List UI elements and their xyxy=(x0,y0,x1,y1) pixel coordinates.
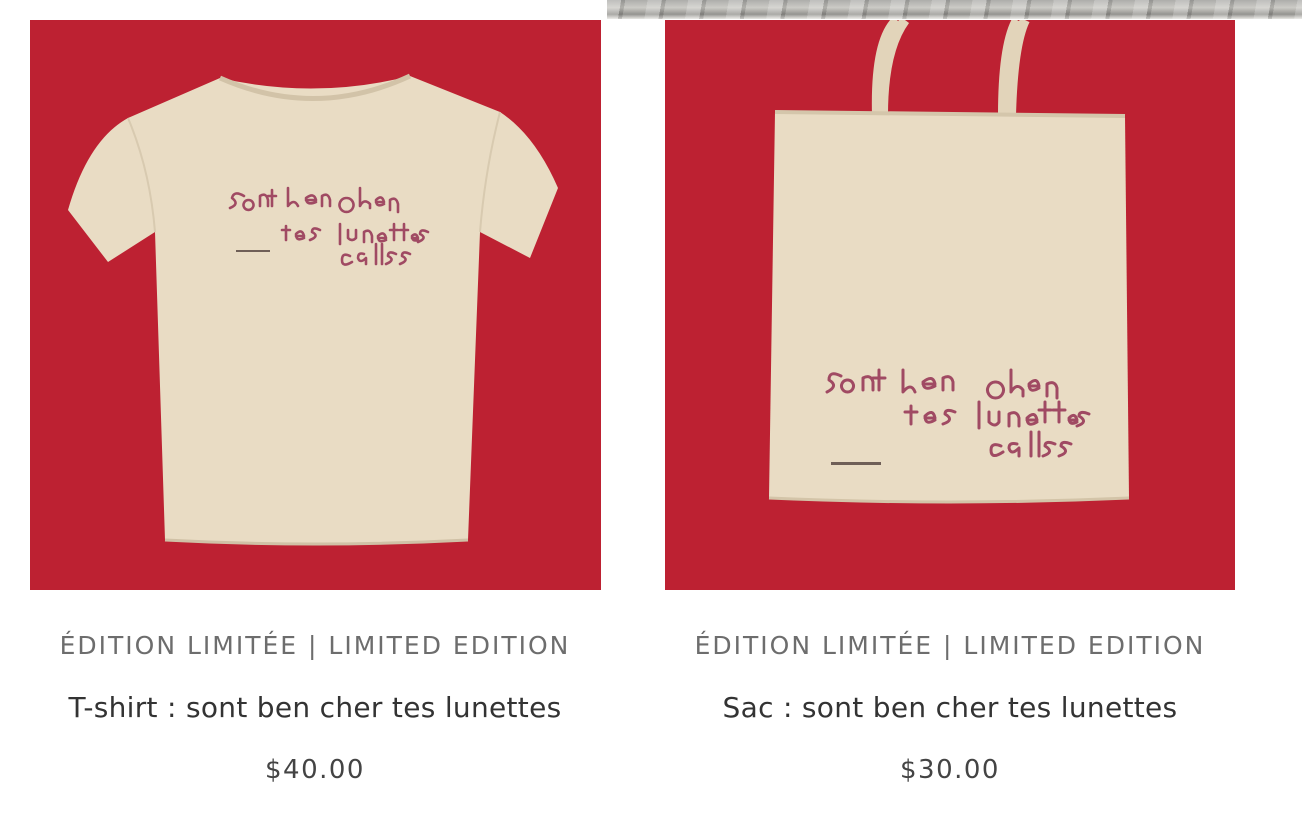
product-title[interactable]: T-shirt : sont ben cher tes lunettes xyxy=(15,688,615,728)
product-card-tshirt[interactable]: ÉDITION LIMITÉE | LIMITED EDITION T-shir… xyxy=(15,0,615,828)
tshirt-image xyxy=(68,73,558,546)
product-price: $30.00 xyxy=(900,755,1000,785)
product-title[interactable]: Sac : sont ben cher tes lunettes xyxy=(650,688,1250,728)
product-image-tshirt[interactable] xyxy=(30,20,601,590)
tote-bag-image xyxy=(768,20,1130,504)
product-price: $40.00 xyxy=(265,755,365,785)
product-image-tote-bag[interactable] xyxy=(665,20,1235,590)
product-vendor: ÉDITION LIMITÉE | LIMITED EDITION xyxy=(59,631,571,660)
product-vendor: ÉDITION LIMITÉE | LIMITED EDITION xyxy=(694,631,1206,660)
product-grid: ÉDITION LIMITÉE | LIMITED EDITION T-shir… xyxy=(0,0,1302,828)
product-card-tote-bag[interactable]: ÉDITION LIMITÉE | LIMITED EDITION Sac : … xyxy=(650,0,1250,828)
